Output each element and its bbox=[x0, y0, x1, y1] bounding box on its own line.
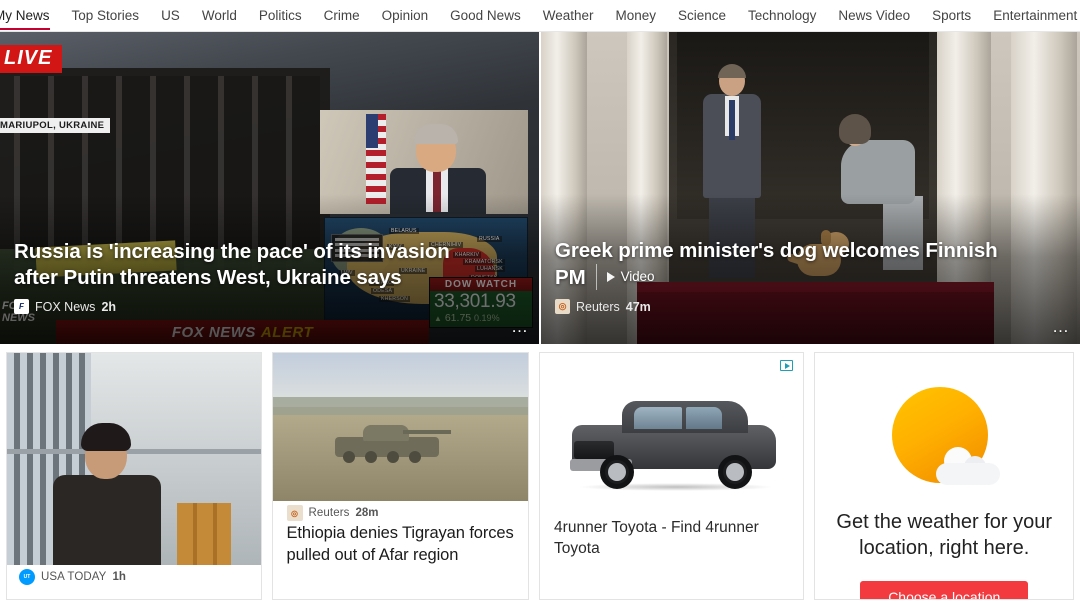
hero-timestamp-right: 47m bbox=[625, 299, 651, 314]
nav-item-sports[interactable]: Sports bbox=[932, 0, 971, 31]
nav-item-opinion[interactable]: Opinion bbox=[382, 0, 429, 31]
hero-text-block-left: Russia is 'increasing the pace' of its i… bbox=[14, 239, 483, 314]
figure-tie bbox=[729, 100, 735, 140]
nav-item-politics[interactable]: Politics bbox=[259, 0, 302, 31]
hero-text-block-right: Greek prime minister's dog welcomes Finn… bbox=[555, 238, 1024, 314]
anchor-hair bbox=[414, 124, 458, 144]
broadcast-location-tag: MARIUPOL, UKRAINE bbox=[0, 118, 111, 133]
weather-promo-title: Get the weather for your location, right… bbox=[836, 511, 1053, 559]
card-image-person-hair bbox=[81, 423, 131, 451]
nav-item-weather[interactable]: Weather bbox=[543, 0, 594, 31]
choose-location-button[interactable]: Choose a location bbox=[860, 581, 1029, 599]
cloud-shape bbox=[936, 447, 1001, 485]
tank-wheel bbox=[342, 451, 355, 463]
figure-hair bbox=[718, 64, 746, 78]
dow-change-percent: 0.19% bbox=[474, 313, 500, 323]
tank-wheel bbox=[408, 451, 421, 463]
suv-rear-window bbox=[686, 407, 723, 429]
video-badge-label: Video bbox=[620, 269, 655, 284]
fox-news-alert-banner: FOX NEWS ALERT bbox=[56, 320, 429, 344]
hero-source-name-right: Reuters bbox=[576, 299, 620, 314]
more-options-icon-right[interactable]: … bbox=[1052, 318, 1070, 335]
card-source-name-ethiopia: Reuters bbox=[308, 507, 350, 519]
hero-source-row-left: F FOX News 2h bbox=[14, 299, 483, 314]
hero-story-row: LIVE MARIUPOL, UKRAINE BELARUS RUSSIA KY… bbox=[0, 32, 1080, 344]
weather-promo-card[interactable]: Get the weather for your location, right… bbox=[814, 352, 1074, 600]
card-source-name-usa-today: USA TODAY bbox=[41, 571, 107, 583]
nav-item-money[interactable]: Money bbox=[615, 0, 656, 31]
card-image-usa-today bbox=[7, 353, 261, 565]
cloud-base bbox=[936, 463, 1001, 485]
usa-today-logo-icon: UT bbox=[19, 569, 35, 585]
tank-wheel bbox=[364, 451, 377, 463]
up-arrow-icon: ▲ bbox=[434, 314, 442, 323]
suv-rear-wheel bbox=[718, 455, 753, 489]
card-image-person-body bbox=[53, 475, 161, 565]
card-timestamp-usa-today: 1h bbox=[112, 571, 126, 583]
ad-image-toyota-4runner bbox=[540, 375, 804, 515]
map-label-belarus: BELARUS bbox=[389, 228, 419, 234]
card-image-hills bbox=[272, 397, 529, 415]
card-image-wood-panel bbox=[176, 503, 231, 565]
alert-banner-secondary: ALERT bbox=[260, 323, 314, 341]
suv-front-window bbox=[634, 407, 683, 429]
hero-headline-russia[interactable]: Russia is 'increasing the pace' of its i… bbox=[14, 239, 483, 291]
tank-wheel bbox=[386, 451, 399, 463]
us-flag-graphic bbox=[366, 114, 386, 204]
card-headline-ethiopia[interactable]: Ethiopia denies Tigrayan forces pulled o… bbox=[287, 523, 517, 566]
reuters-logo-icon: ◎ bbox=[286, 505, 303, 521]
main-navigation[interactable]: My News Top Stories US World Politics Cr… bbox=[0, 0, 1080, 32]
card-timestamp-ethiopia: 28m bbox=[355, 507, 379, 519]
sun-cloud-icon bbox=[892, 387, 1001, 491]
nav-item-science[interactable]: Science bbox=[678, 0, 726, 31]
prime-minister-figure bbox=[697, 64, 767, 278]
ad-title[interactable]: 4runner Toyota - Find 4runner Toyota bbox=[554, 517, 789, 559]
advertisement-card[interactable]: 4runner Toyota - Find 4runner Toyota bbox=[539, 352, 805, 600]
hero-card-greek-pm[interactable]: Greek prime minister's dog welcomes Finn… bbox=[541, 32, 1080, 344]
nav-item-us[interactable]: US bbox=[161, 0, 180, 31]
story-card-ethiopia[interactable]: ◎ Reuters 28m Ethiopia denies Tigrayan f… bbox=[271, 352, 530, 600]
live-badge: LIVE bbox=[0, 45, 63, 73]
nav-item-news-video[interactable]: News Video bbox=[838, 0, 910, 31]
card-image-rail bbox=[7, 449, 261, 454]
card-source-row-ethiopia: ◎ Reuters 28m bbox=[286, 505, 379, 521]
fox-news-logo-icon: F bbox=[14, 299, 29, 314]
story-card-row: UT USA TODAY 1h ◎ Reuters 28m Ethiopia d… bbox=[0, 344, 1080, 600]
more-options-icon-left[interactable]: … bbox=[511, 318, 529, 335]
suv-front-wheel bbox=[600, 455, 635, 489]
card-source-row-usa-today: UT USA TODAY 1h bbox=[19, 569, 126, 585]
card-image-ethiopia bbox=[272, 353, 529, 501]
alert-banner-primary: FOX NEWS bbox=[171, 323, 256, 341]
tank-barrel bbox=[402, 430, 451, 434]
story-card-usa-today[interactable]: UT USA TODAY 1h bbox=[6, 352, 262, 600]
play-triangle-icon bbox=[606, 272, 615, 282]
hero-card-russia[interactable]: LIVE MARIUPOL, UKRAINE BELARUS RUSSIA KY… bbox=[0, 32, 539, 344]
nav-item-my-news[interactable]: My News bbox=[0, 0, 50, 31]
news-anchor-inset bbox=[320, 110, 528, 214]
hero-source-name-left: FOX News bbox=[35, 299, 96, 314]
nav-item-crime[interactable]: Crime bbox=[324, 0, 360, 31]
suv-graphic bbox=[568, 397, 780, 491]
figure2-body bbox=[841, 140, 915, 204]
tank-graphic bbox=[334, 425, 451, 463]
nav-item-good-news[interactable]: Good News bbox=[450, 0, 521, 31]
reuters-logo-icon: ◎ bbox=[555, 299, 570, 314]
anchor-tie bbox=[433, 170, 441, 212]
nav-item-world[interactable]: World bbox=[202, 0, 237, 31]
hero-source-row-right: ◎ Reuters 47m bbox=[555, 299, 1024, 314]
hero-timestamp-left: 2h bbox=[101, 299, 117, 314]
figure2-hair bbox=[839, 114, 871, 144]
hero-headline-greek-pm[interactable]: Greek prime minister's dog welcomes Finn… bbox=[555, 238, 1024, 291]
nav-item-technology[interactable]: Technology bbox=[748, 0, 816, 31]
ad-choices-icon[interactable] bbox=[780, 360, 794, 371]
video-badge[interactable]: Video bbox=[595, 264, 655, 290]
nav-item-entertainment[interactable]: Entertainment bbox=[993, 0, 1077, 31]
nav-item-top-stories[interactable]: Top Stories bbox=[72, 0, 140, 31]
